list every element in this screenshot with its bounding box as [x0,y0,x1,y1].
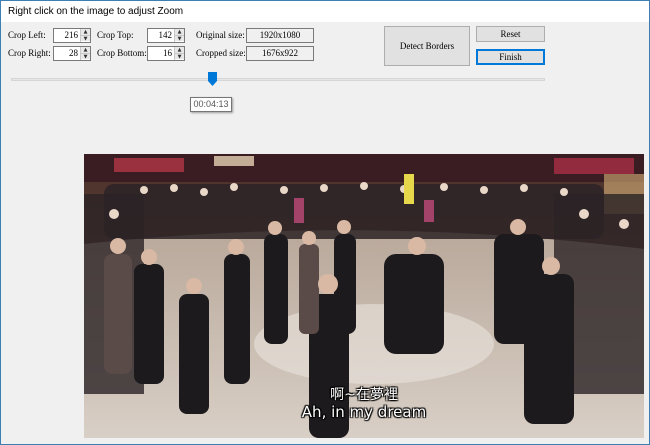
subtitle-line-2: Ah, in my dream [301,403,427,421]
crop-top-label: Crop Top: [97,30,134,40]
crop-top-value[interactable]: 142 [149,29,174,42]
spin-down-arrow-icon[interactable]: ▼ [175,35,184,42]
crop-bottom-value[interactable]: 16 [149,47,174,60]
window-title: Right click on the image to adjust Zoom [1,1,649,22]
spin-down-arrow-icon[interactable]: ▼ [175,53,184,60]
detect-borders-button[interactable]: Detect Borders [384,26,470,66]
app-window: Right click on the image to adjust Zoom … [0,0,650,445]
finish-button[interactable]: Finish [476,49,545,65]
reset-button[interactable]: Reset [476,26,545,42]
video-preview[interactable]: 啊~在夢裡 Ah, in my dream [84,154,644,438]
crop-left-label: Crop Left: [8,30,46,40]
original-size-label: Original size: [196,30,245,40]
spin-down-arrow-icon[interactable]: ▼ [81,53,90,60]
original-size-value: 1920x1080 [246,28,314,43]
timeline-track[interactable] [11,78,545,81]
time-tooltip: 00:04:13 [190,97,232,112]
crop-left-value[interactable]: 216 [55,29,80,42]
crop-right-spinner[interactable]: 28 ▲ ▼ [53,46,91,61]
crop-right-label: Crop Right: [8,48,51,58]
crop-left-spinner[interactable]: 216 ▲ ▼ [53,28,91,43]
slider-thumb-icon[interactable] [208,72,217,86]
crop-bottom-label: Crop Bottom: [97,48,147,58]
spin-down-arrow-icon[interactable]: ▼ [81,35,90,42]
subtitle-line-1: 啊~在夢裡 [330,387,398,403]
cropped-size-label: Cropped size: [196,48,246,58]
crop-bottom-spinner[interactable]: 16 ▲ ▼ [147,46,185,61]
crop-top-spinner[interactable]: 142 ▲ ▼ [147,28,185,43]
crop-right-value[interactable]: 28 [55,47,80,60]
cropped-size-value: 1676x922 [246,46,314,61]
